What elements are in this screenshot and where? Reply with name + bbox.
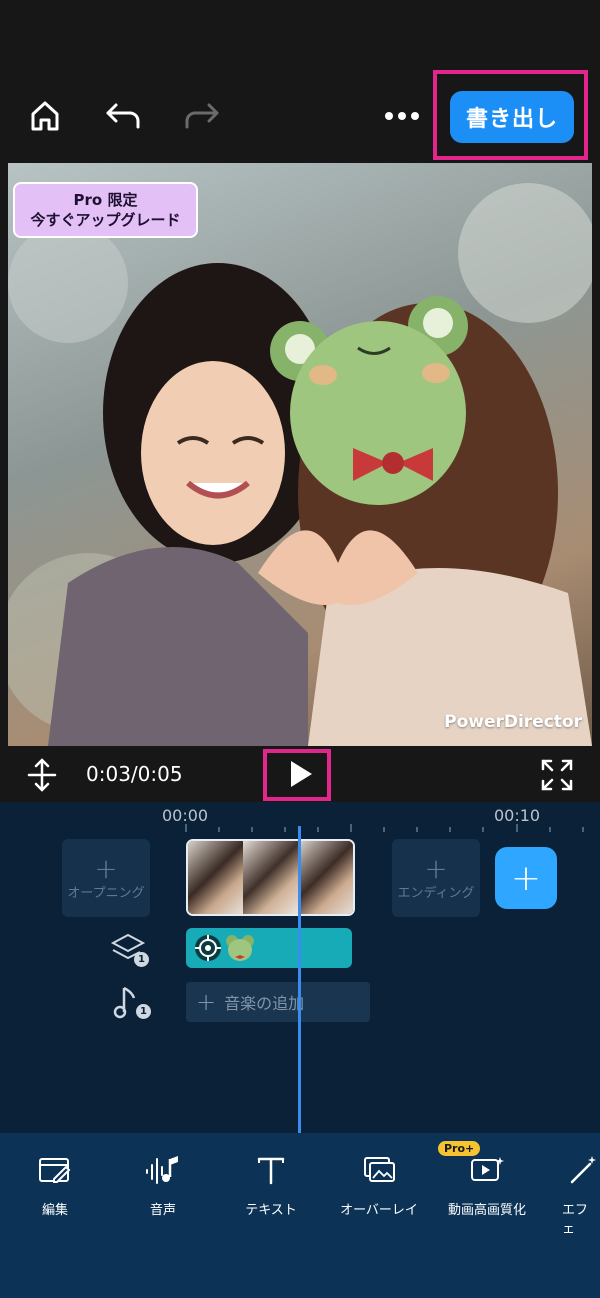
target-icon	[195, 935, 221, 961]
clip-thumbnail	[243, 841, 298, 914]
video-clip[interactable]	[186, 839, 355, 916]
redo-icon[interactable]	[181, 96, 221, 136]
add-opening-button[interactable]: + オープニング	[62, 839, 150, 917]
pro-badge-line1: Pro 限定	[73, 191, 138, 209]
overlay-count-badge: 1	[134, 952, 149, 967]
add-music-label: 音楽の追加	[224, 994, 305, 1013]
tick-label-start: 00:00	[162, 806, 209, 825]
frog-sticker-icon	[226, 935, 254, 961]
add-music-button[interactable]: + 音楽の追加	[186, 982, 370, 1022]
playhead[interactable]	[298, 826, 301, 1133]
undo-icon[interactable]	[104, 96, 144, 136]
fullscreen-icon[interactable]	[540, 758, 574, 792]
resize-icon[interactable]	[25, 758, 59, 792]
add-ending-button[interactable]: + エンディング	[392, 839, 480, 917]
layers-icon: 1	[110, 932, 150, 968]
tool-text[interactable]: テキスト	[216, 1145, 326, 1218]
pro-upgrade-badge[interactable]: Pro 限定 今すぐアップグレード	[13, 182, 198, 238]
tool-enhance[interactable]: Pro+ 動画高画質化	[432, 1141, 542, 1218]
music-count-badge: 1	[136, 1004, 151, 1019]
overlay-icon	[324, 1145, 434, 1195]
bottom-toolbar: 編集 音声 テキスト オーバーレイ Pro+ 動画高画質化 エフェ	[0, 1133, 600, 1298]
tool-label: エフェ	[562, 1203, 589, 1237]
plus-icon: +	[196, 988, 217, 1016]
tool-label: 編集	[41, 1203, 68, 1218]
top-bar: 書き出し	[0, 0, 600, 160]
clip-thumbnail	[298, 841, 353, 914]
tool-label: テキスト	[245, 1203, 297, 1218]
preview-photo	[8, 183, 592, 746]
clip-thumbnail	[188, 841, 243, 914]
plus-icon: +	[94, 851, 118, 885]
time-readout: 0:03/0:05	[86, 762, 183, 786]
add-clip-button[interactable]: +	[495, 847, 557, 909]
opening-label: オープニング	[67, 885, 145, 901]
pro-plus-badge: Pro+	[438, 1141, 481, 1156]
overlay-clip[interactable]	[186, 928, 352, 968]
pro-badge-line2: 今すぐアップグレード	[30, 211, 181, 229]
timeline[interactable]: 00:00 00:10 + オープニング + エンディング + 1 1 + 音楽…	[0, 802, 600, 1133]
play-highlight-frame	[263, 749, 331, 801]
playback-controls: 0:03/0:05	[0, 746, 600, 802]
tool-audio[interactable]: 音声	[108, 1145, 218, 1218]
tool-edit[interactable]: 編集	[0, 1145, 110, 1218]
export-highlight-frame	[433, 70, 588, 160]
plus-icon: +	[424, 851, 448, 885]
tick-label-end: 00:10	[494, 806, 541, 825]
tool-label: オーバーレイ	[340, 1203, 418, 1218]
music-note-icon: 1	[112, 984, 152, 1022]
tool-effect[interactable]: エフェ	[540, 1145, 600, 1237]
tool-overlay[interactable]: オーバーレイ	[324, 1145, 434, 1218]
edit-icon	[0, 1145, 110, 1195]
tool-label: 動画高画質化	[447, 1203, 526, 1218]
tool-label: 音声	[149, 1203, 176, 1218]
more-icon[interactable]	[382, 96, 422, 136]
text-icon	[216, 1145, 326, 1195]
watermark: PowerDirector	[444, 712, 582, 732]
video-preview[interactable]: Pro 限定 今すぐアップグレード PowerDirector	[8, 163, 592, 746]
effect-icon	[540, 1145, 600, 1195]
plus-icon: +	[510, 857, 542, 899]
home-icon[interactable]	[25, 96, 65, 136]
audio-icon	[108, 1145, 218, 1195]
ending-label: エンディング	[397, 885, 475, 901]
